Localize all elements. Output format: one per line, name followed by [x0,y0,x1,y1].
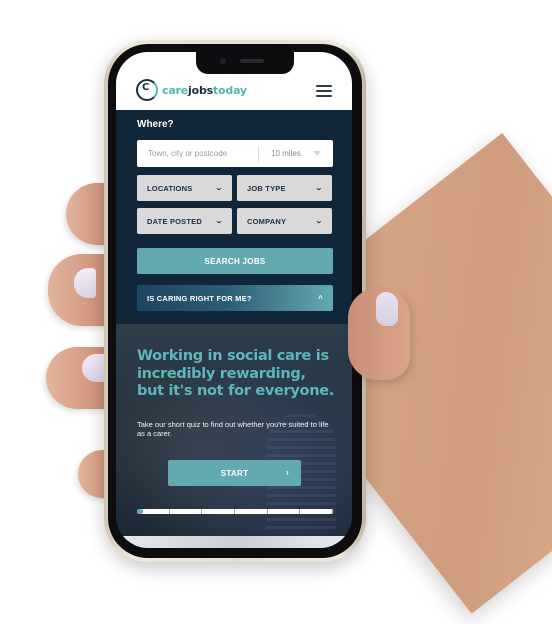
phone-frame: carejobstoday Where? 10 miles LOCATIONS … [104,40,366,562]
start-quiz-button[interactable]: START › [168,460,301,486]
caret-down-icon [312,151,321,156]
location-input[interactable] [137,140,255,167]
chevron-right-icon: › [285,467,289,477]
quiz-progress-segment [268,509,301,514]
quiz-progress-bar [137,509,334,514]
logo-mark-icon [136,79,158,101]
quiz-progress-segment [235,509,268,514]
search-jobs-button[interactable]: SEARCH JOBS [137,248,333,274]
speaker-grille [240,59,264,63]
hamburger-icon[interactable] [316,85,332,97]
logo-care: care [162,83,189,97]
thumbnail-nail [376,292,398,326]
quiz-hero: Working in social care is incredibly rew… [116,324,352,536]
hamburger-line [316,95,332,97]
where-label: Where? [137,119,174,130]
chevron-down-icon: ⌄ [214,185,224,192]
phone-notch [196,52,294,74]
radius-value: 10 miles [271,149,301,158]
filter-locations[interactable]: LOCATIONS ⌄ [137,175,232,201]
start-label: START [220,468,249,478]
bottom-bar [116,536,352,548]
quiz-title: Working in social care is incredibly rew… [137,348,334,399]
filter-label: LOCATIONS [147,183,193,193]
chevron-down-icon: ⌄ [314,185,324,192]
filter-job-type[interactable]: JOB TYPE ⌄ [237,175,332,201]
radius-select[interactable]: 10 miles [271,149,321,158]
quiz-progress-segment [202,509,236,514]
logo-today: today [212,83,247,97]
logo-jobs: jobs [188,83,213,97]
quiz-progress-fill [137,509,143,514]
filter-date-posted[interactable]: DATE POSTED ⌄ [137,208,232,234]
chevron-up-icon: ^ [318,293,323,303]
quiz-progress-segment [300,509,334,514]
filter-company[interactable]: COMPANY ⌄ [237,208,332,234]
site-logo[interactable]: carejobstoday [136,79,247,101]
hamburger-line [316,85,332,87]
hamburger-line [316,90,332,92]
logo-wordmark: carejobstoday [162,84,247,97]
caring-quiz-toggle[interactable]: IS CARING RIGHT FOR ME? ^ [137,285,333,311]
fingernail [74,268,96,298]
quiz-subtitle: Take our short quiz to find out whether … [137,420,329,438]
quiz-progress-segment [170,509,203,514]
phone-screen: carejobstoday Where? 10 miles LOCATIONS … [116,52,352,548]
location-search-field: 10 miles [137,140,333,167]
front-camera [220,58,226,64]
caring-quiz-label: IS CARING RIGHT FOR ME? [147,293,252,303]
filter-label: JOB TYPE [247,183,286,193]
field-divider [258,145,259,162]
chevron-down-icon: ⌄ [214,218,224,225]
filter-label: COMPANY [247,216,287,226]
filter-label: DATE POSTED [147,216,202,226]
chevron-down-icon: ⌄ [314,218,324,225]
